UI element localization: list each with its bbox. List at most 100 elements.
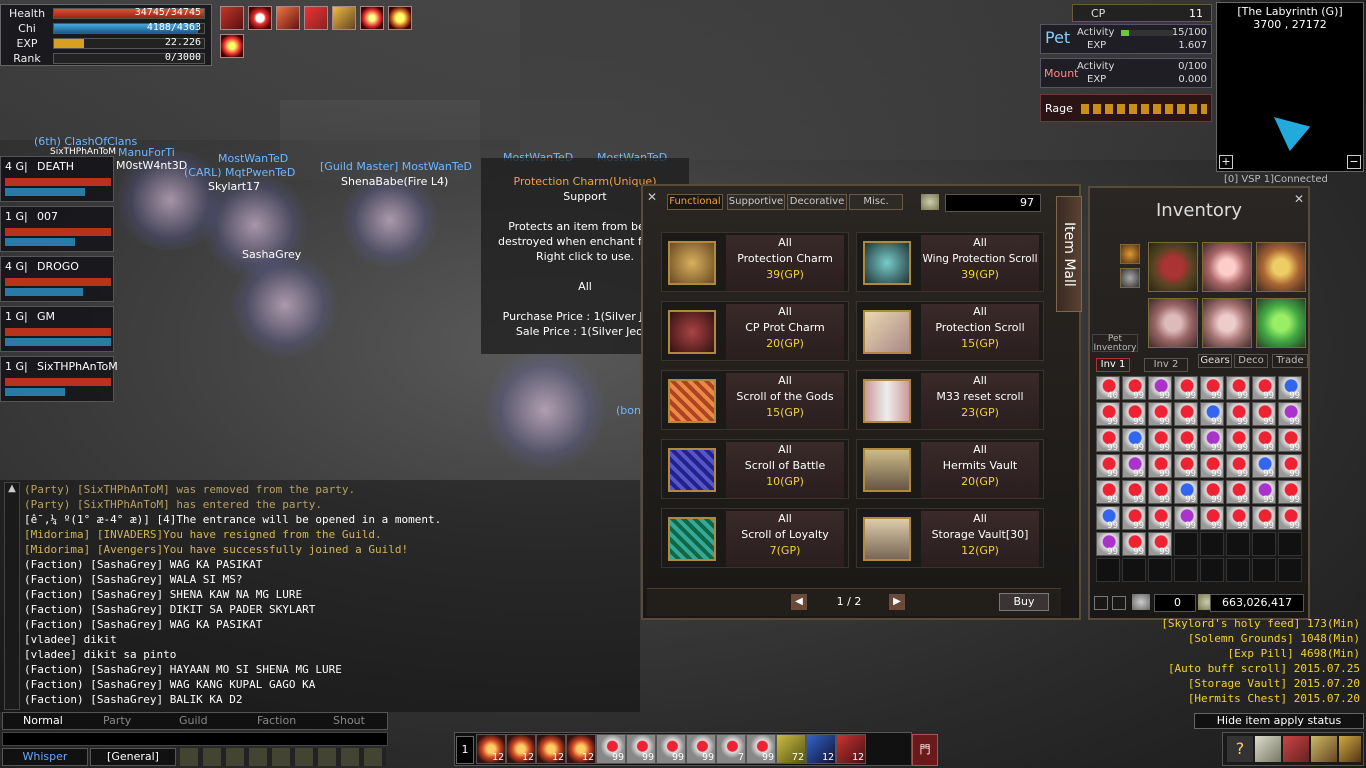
chat-tab-faction[interactable]: Faction [257, 714, 296, 727]
potion-item[interactable]: 99 [1122, 376, 1146, 401]
potion-item[interactable]: 99 [1252, 454, 1276, 479]
chat-scrollbar[interactable]: ▲ [4, 482, 20, 710]
helmet-slot[interactable] [1256, 242, 1306, 292]
potion-item[interactable]: 99 [1174, 506, 1198, 531]
inventory-slot[interactable] [1122, 558, 1146, 582]
potion-item[interactable]: 99 [1122, 506, 1146, 531]
potion-item[interactable]: 99 [1148, 480, 1172, 505]
inventory-slot[interactable] [1278, 558, 1302, 582]
chat-input[interactable] [2, 732, 388, 746]
next-page-button[interactable]: ▶ [889, 594, 905, 610]
quest-icon[interactable] [1339, 736, 1361, 762]
potion-item[interactable]: 99 [1278, 402, 1302, 427]
chat-tab-party[interactable]: Party [103, 714, 131, 727]
potion-item[interactable]: 99 [1148, 454, 1172, 479]
pet-inventory-button[interactable]: Pet Inventory [1092, 334, 1138, 353]
hide-status-button[interactable]: Hide item apply status [1194, 713, 1364, 729]
potion-item[interactable]: 99 [1226, 428, 1250, 453]
potion-item[interactable]: 99 [1252, 402, 1276, 427]
potion-item[interactable]: 99 [1200, 402, 1224, 427]
potion-item[interactable]: 99 [1226, 454, 1250, 479]
potion-item[interactable]: 99 [1278, 376, 1302, 401]
whisper-button[interactable]: Whisper [2, 748, 88, 766]
ring-slot[interactable] [1120, 244, 1140, 264]
potion-item[interactable]: 99 [1200, 428, 1224, 453]
potion-item[interactable]: 99 [1148, 376, 1172, 401]
potion-item[interactable]: 99 [1252, 428, 1276, 453]
player-name[interactable]: M0stW4nt3D [116, 159, 187, 172]
potion-item[interactable]: 99 [1174, 428, 1198, 453]
potion-item[interactable]: 99 [1096, 428, 1120, 453]
item-mall-side-tab[interactable]: Item Mall [1056, 196, 1082, 312]
hotbar-slot[interactable]: 99 [746, 734, 776, 764]
tab-functional[interactable]: Functional [667, 194, 723, 210]
zoom-in-button[interactable]: + [1219, 155, 1233, 169]
potion-item[interactable]: 99 [1122, 428, 1146, 453]
player-name[interactable]: Skylart17 [208, 180, 260, 193]
split-icon[interactable] [1112, 596, 1126, 610]
mall-item-card[interactable]: All Scroll of Loyalty 7(GP) [661, 508, 849, 568]
hotbar-slot[interactable]: 12 [476, 734, 506, 764]
buff-icon[interactable] [360, 6, 384, 30]
potion-item[interactable]: 99 [1096, 532, 1120, 557]
buff-icon[interactable] [276, 6, 300, 30]
buff-icon[interactable] [248, 6, 272, 30]
tab-inv2[interactable]: Inv 2 [1144, 358, 1188, 372]
tab-inv1[interactable]: Inv 1 [1096, 358, 1130, 372]
potion-item[interactable]: 40 [1096, 376, 1120, 401]
tab-misc[interactable]: Misc. [849, 194, 903, 210]
map-icon[interactable] [1255, 736, 1281, 762]
potion-item[interactable]: 99 [1096, 480, 1120, 505]
minimap[interactable]: [The Labyrinth (G)] 3700 , 27172 + − [1216, 2, 1364, 172]
potion-item[interactable]: 99 [1096, 506, 1120, 531]
player-name[interactable]: SixTHPhAnToM [50, 147, 116, 157]
potion-item[interactable]: 99 [1278, 454, 1302, 479]
potion-item[interactable]: 99 [1122, 532, 1146, 557]
hotbar-slot[interactable]: 7 [716, 734, 746, 764]
tab-supportive[interactable]: Supportive [727, 194, 785, 210]
gloves-slot[interactable] [1148, 298, 1198, 348]
inventory-slot[interactable] [1174, 532, 1198, 556]
player-name[interactable]: MostWanTeD [218, 152, 288, 165]
inventory-slot[interactable] [1278, 532, 1302, 556]
tab-gears[interactable]: Gears [1198, 354, 1232, 368]
potion-item[interactable]: 99 [1096, 454, 1120, 479]
buff-icon[interactable] [304, 6, 328, 30]
inventory-slot[interactable] [1148, 558, 1172, 582]
player-name[interactable]: ShenaBabe(Fire L4) [341, 175, 448, 188]
buff-icon[interactable] [388, 6, 412, 30]
player-name[interactable]: SashaGrey [242, 248, 301, 261]
item-mall-window[interactable]: ✕ Functional Supportive Decorative Misc.… [641, 184, 1081, 620]
potion-item[interactable]: 99 [1122, 454, 1146, 479]
close-icon[interactable]: ✕ [1294, 192, 1304, 206]
inventory-slot[interactable] [1200, 532, 1224, 556]
inventory-grid[interactable]: 40 99 99 99 99 99 99 99 99 99 99 99 99 99 99 99 99 99 99 99… [1096, 376, 1304, 582]
potion-item[interactable]: 99 [1252, 480, 1276, 505]
character-sprite[interactable] [230, 250, 340, 360]
potion-item[interactable]: 99 [1200, 376, 1224, 401]
potion-item[interactable]: 99 [1174, 480, 1198, 505]
chat-tab-shout[interactable]: Shout [333, 714, 365, 727]
potion-item[interactable]: 99 [1148, 402, 1172, 427]
potion-item[interactable]: 99 [1200, 454, 1224, 479]
potion-item[interactable]: 99 [1226, 506, 1250, 531]
buy-button[interactable]: Buy [999, 593, 1049, 611]
tab-trade[interactable]: Trade [1272, 354, 1308, 368]
potion-item[interactable]: 99 [1174, 402, 1198, 427]
potion-item[interactable]: 99 [1200, 480, 1224, 505]
inventory-slot[interactable] [1200, 558, 1224, 582]
hotbar-slot[interactable]: 12 [566, 734, 596, 764]
pet-panel[interactable]: Pet Activity 15/100 EXP 1.607 [1040, 24, 1212, 54]
potion-item[interactable]: 99 [1278, 506, 1302, 531]
mall-item-card[interactable]: All M33 reset scroll 23(GP) [856, 370, 1044, 430]
boots-slot[interactable] [1202, 298, 1252, 348]
hotbar-slot[interactable]: 12 [836, 734, 866, 764]
potion-item[interactable]: 99 [1122, 402, 1146, 427]
potion-item[interactable]: 99 [1226, 376, 1250, 401]
mall-item-card[interactable]: All CP Prot Charm 20(GP) [661, 301, 849, 361]
hotbar-slot[interactable]: 99 [626, 734, 656, 764]
mall-item-card[interactable]: All Hermits Vault 20(GP) [856, 439, 1044, 499]
buff-icon[interactable] [332, 6, 356, 30]
inventory-slot[interactable] [1252, 558, 1276, 582]
potion-item[interactable]: 99 [1252, 506, 1276, 531]
